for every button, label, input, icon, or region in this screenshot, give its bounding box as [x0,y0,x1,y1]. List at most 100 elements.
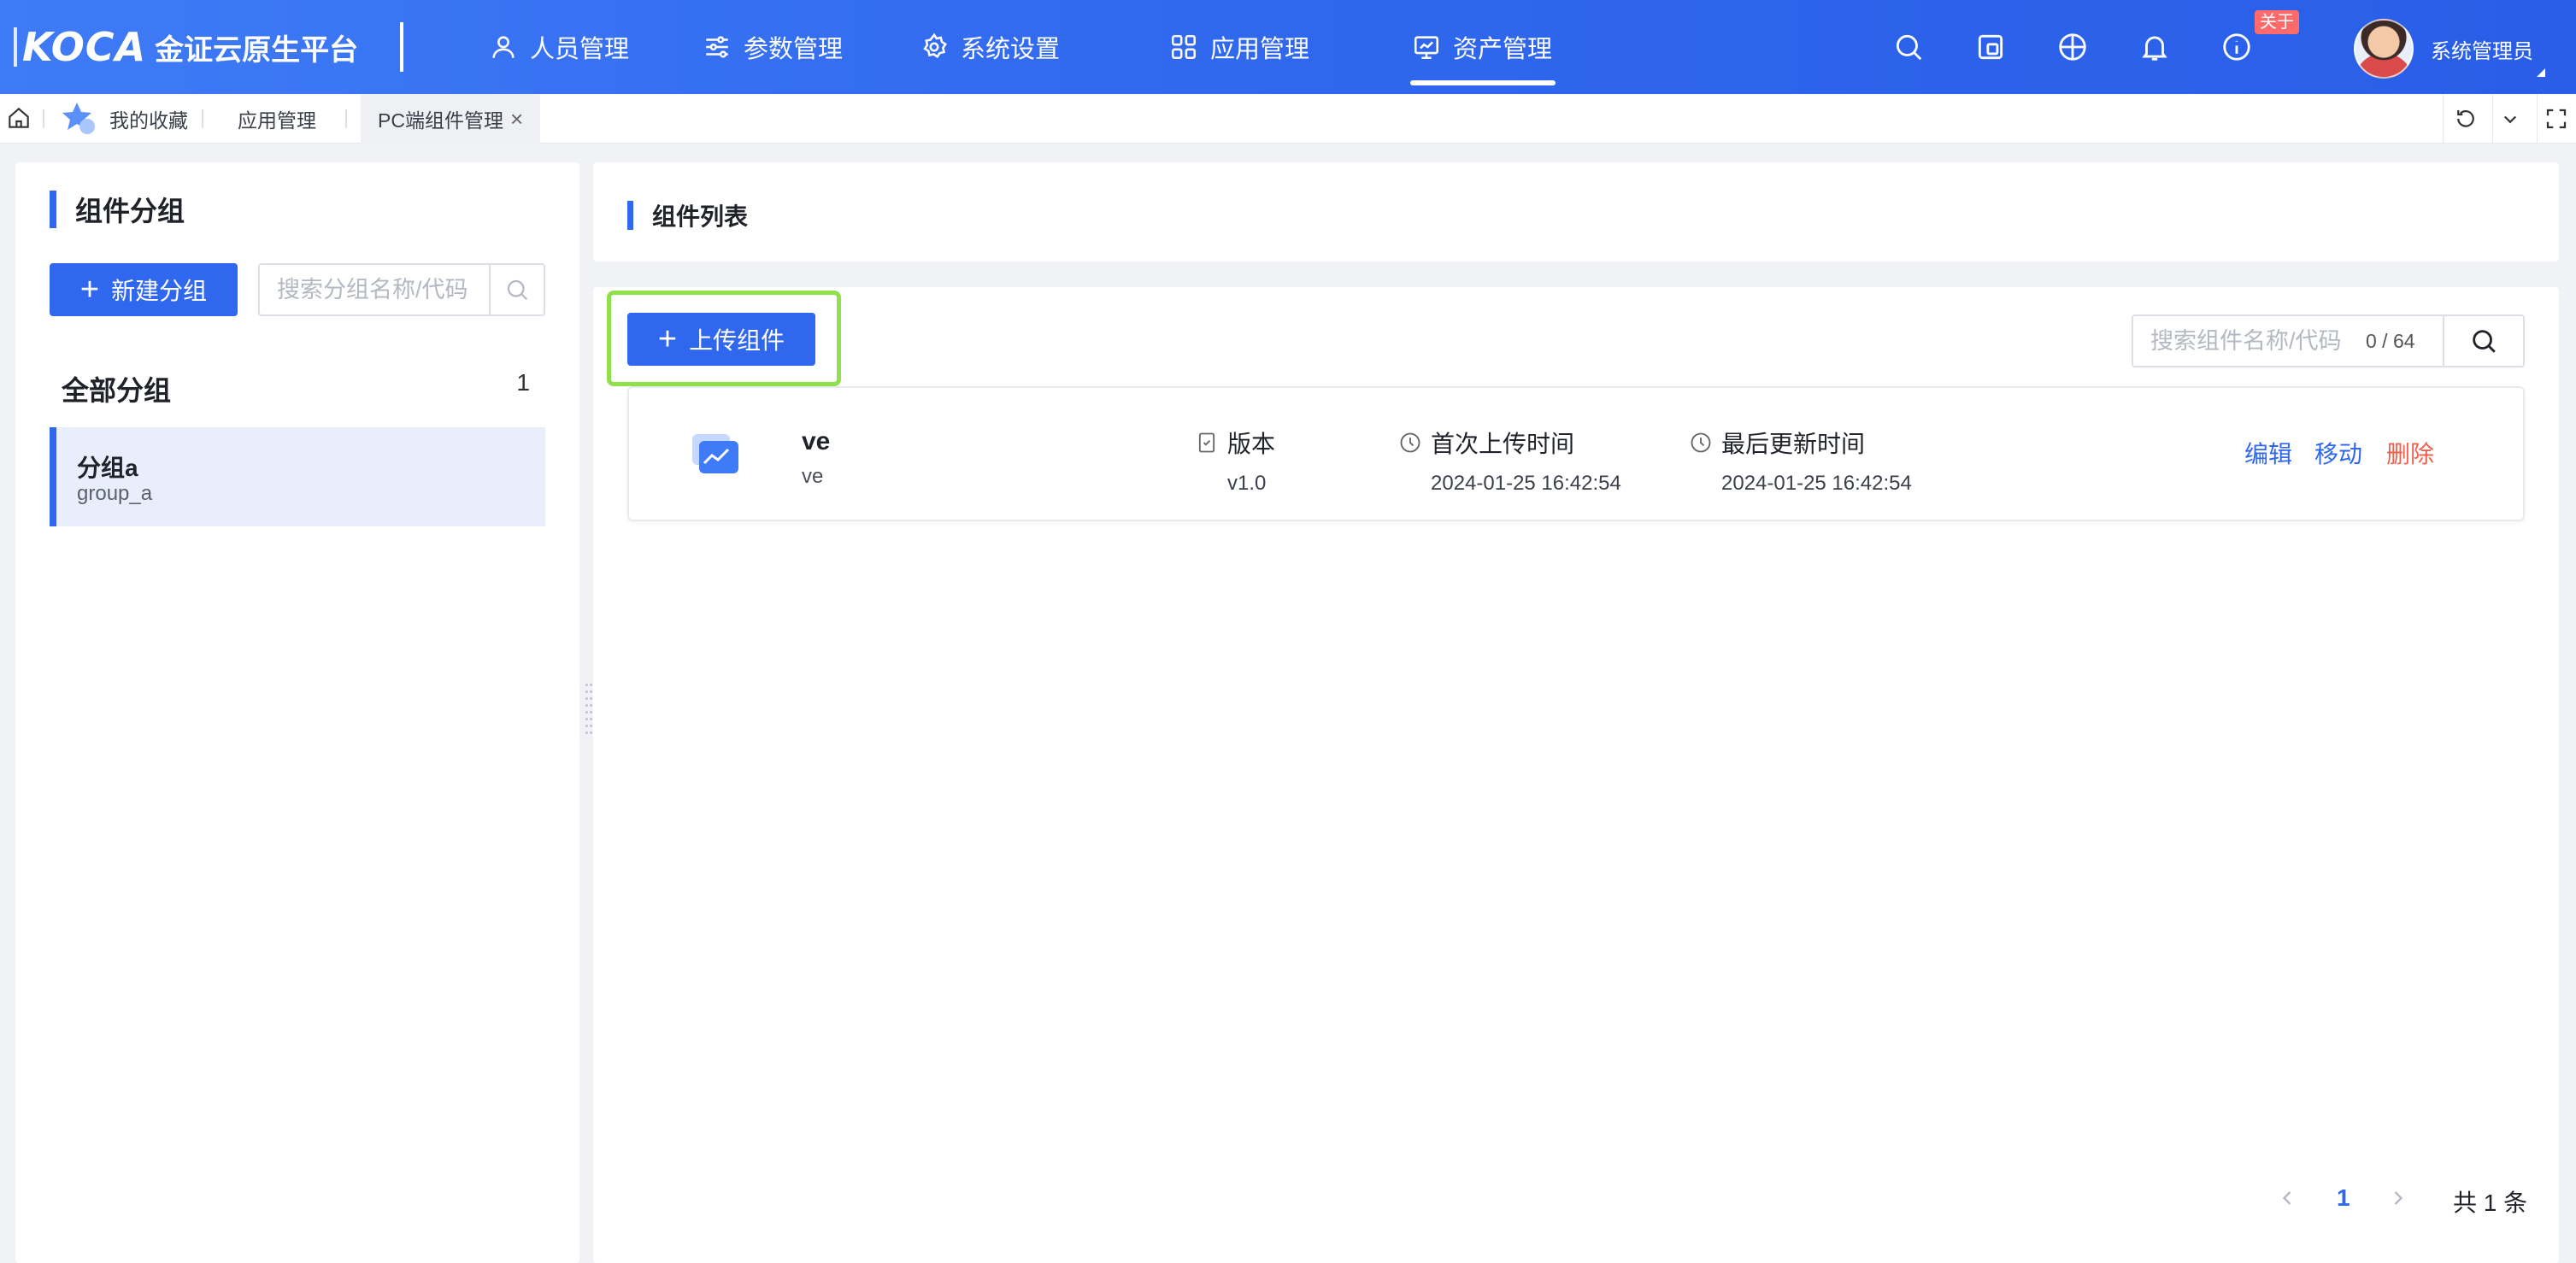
info-icon[interactable] [2220,31,2253,63]
component-version: 版本 v1.0 [1195,426,1275,496]
title-accent-bar [627,201,633,230]
upload-component-button-label: 上传组件 [689,327,785,354]
clock-icon [1400,432,1420,453]
component-search-button[interactable] [2443,316,2523,366]
tab-application-management[interactable]: 应用管理 [238,94,316,144]
globe-icon[interactable] [2056,31,2089,63]
nav-application-management[interactable]: 应用管理 [1169,0,1309,94]
refresh-icon[interactable] [2453,106,2479,132]
user-icon [492,36,515,58]
tab-my-favorites[interactable]: 我的收藏 [109,94,188,144]
favorite-star-icon [62,103,95,134]
tab-pc-component-management[interactable]: PC端组件管理 × [361,94,541,144]
component-card[interactable]: ve ve 版本 v1.0 首次上传时间 2024-01-25 16:42:54… [627,386,2525,521]
search-char-counter: 0 / 64 [2366,330,2415,352]
tool-separator [2492,94,2493,144]
component-search-box: 0 / 64 [2132,314,2525,367]
plus-icon: + [657,321,678,357]
version-file-icon [1198,432,1215,453]
group-search-box [258,263,545,316]
last-update-label: 最后更新时间 [1721,431,1866,457]
brand-divider [400,22,403,72]
search-icon [507,279,528,301]
tab-label: PC端组件管理 [378,109,503,132]
nav-label: 系统设置 [961,36,1061,63]
nav-label: 参数管理 [744,36,844,63]
new-group-button[interactable]: + 新建分组 [50,263,238,316]
group-item[interactable]: 分组a group_a [50,427,545,526]
chevron-down-icon[interactable] [2497,106,2523,132]
component-code: ve [802,465,824,488]
tab-separator [43,109,44,128]
component-search-input[interactable] [2133,316,2347,366]
nav-label: 资产管理 [1453,36,1553,63]
delete-button[interactable]: 删除 [2386,436,2434,470]
avatar[interactable] [2354,19,2414,79]
tab-label: 我的收藏 [109,109,188,132]
component-list-header [593,162,2559,261]
monitor-chart-icon [1414,36,1439,60]
component-name: ve [802,427,831,455]
group-panel-title-text: 组件分组 [75,196,185,226]
search-icon[interactable] [1892,31,1925,63]
component-first-upload: 首次上传时间 2024-01-25 16:42:54 [1398,426,1621,496]
group-search-button[interactable] [489,265,544,314]
version-value: v1.0 [1227,472,1267,495]
tab-separator [345,109,347,128]
group-code: group_a [77,482,153,505]
gear-icon [923,32,947,59]
group-panel-title: 组件分组 [50,190,185,229]
version-label: 版本 [1227,431,1276,457]
component-last-update: 最后更新时间 2024-01-25 16:42:54 [1689,426,1912,496]
grid-icon [1171,34,1197,60]
koca-logo: KOCA [14,27,146,67]
all-groups-count: 1 [516,369,530,396]
nav-label: 人员管理 [530,36,630,63]
about-badge[interactable]: 关于 [2255,10,2299,34]
tab-bar: 我的收藏 应用管理 PC端组件管理 × [0,94,2576,144]
brand[interactable]: KOCA 金证云原生平台 [14,19,358,75]
all-groups-label: 全部分组 [62,375,172,406]
group-name: 分组a [77,455,138,481]
top-navigation-bar: KOCA 金证云原生平台 人员管理 参数管理 系统设置 应用管理 资产管理 关于… [0,0,2576,94]
pagination-total: 共 1 条 [2453,1190,2528,1216]
tab-separator [202,109,203,128]
component-list-title-text: 组件列表 [652,203,749,230]
tool-separator [2443,94,2444,144]
nav-asset-management[interactable]: 资产管理 [1409,0,1556,94]
first-upload-value: 2024-01-25 16:42:54 [1431,472,1621,495]
close-icon[interactable]: × [510,106,523,132]
nav-label: 应用管理 [1210,36,1310,63]
user-menu-caret-icon[interactable] [2537,68,2545,77]
sliders-icon [706,36,728,58]
next-page-icon[interactable] [2386,1186,2410,1210]
search-icon [2473,330,2496,353]
bell-icon[interactable] [2138,31,2171,63]
move-button[interactable]: 移动 [2314,436,2362,470]
first-upload-label: 首次上传时间 [1431,431,1575,457]
fullscreen-icon[interactable] [2544,106,2569,132]
component-list-title: 组件列表 [627,198,748,232]
group-panel [15,162,579,1263]
window-icon[interactable] [1974,31,2007,63]
component-icon [692,434,738,473]
tool-separator [2537,94,2538,144]
clock-icon [1691,432,1711,453]
prev-page-icon[interactable] [2275,1186,2299,1210]
all-groups-row[interactable]: 全部分组 1 [62,369,530,408]
edit-button[interactable]: 编辑 [2244,436,2292,470]
nav-system-settings[interactable]: 系统设置 [920,0,1060,94]
nav-personnel-management[interactable]: 人员管理 [489,0,629,94]
plus-icon: + [79,272,100,308]
user-name[interactable]: 系统管理员 [2431,34,2533,64]
nav-parameter-management[interactable]: 参数管理 [703,0,843,94]
platform-name: 金证云原生平台 [155,33,359,67]
tab-label: 应用管理 [238,109,316,132]
last-update-value: 2024-01-25 16:42:54 [1721,472,1912,495]
title-accent-bar [50,191,56,228]
new-group-button-label: 新建分组 [111,278,208,304]
upload-component-button[interactable]: + 上传组件 [627,313,815,366]
group-search-input[interactable] [260,265,482,314]
page-number[interactable]: 1 [2337,1184,2350,1212]
home-icon[interactable] [5,104,32,132]
